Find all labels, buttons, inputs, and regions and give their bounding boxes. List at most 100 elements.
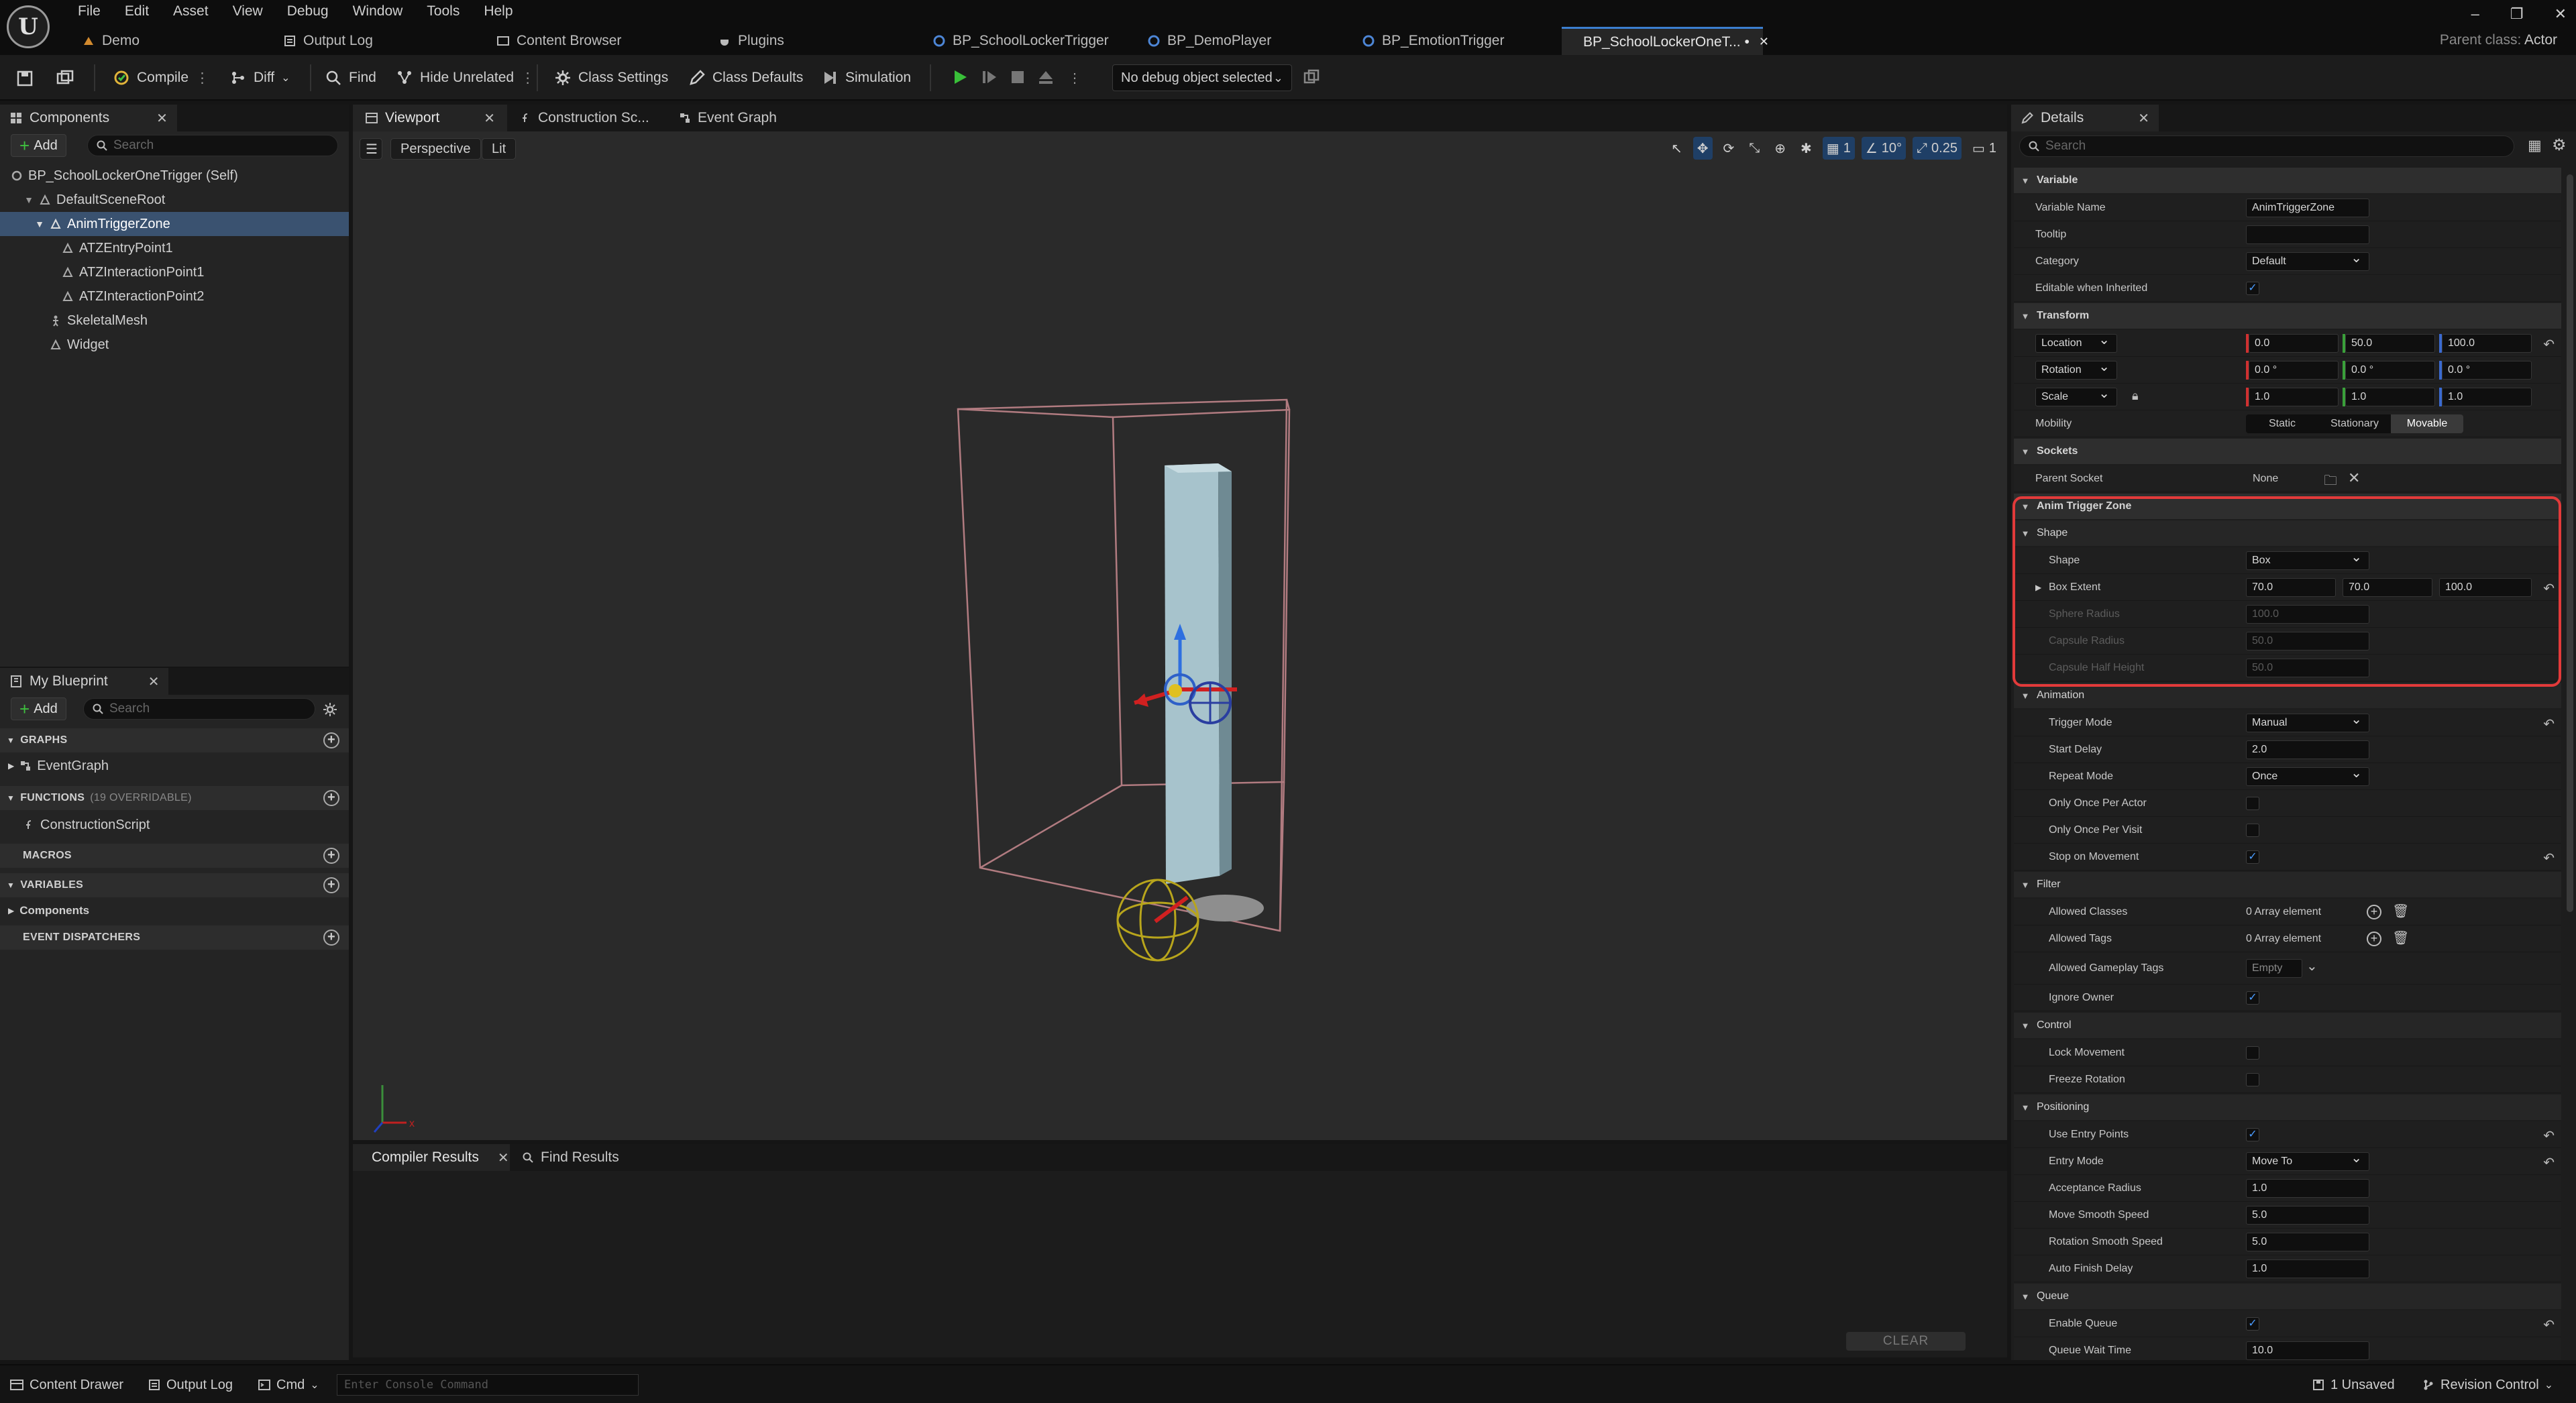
rotation-mode-dropdown[interactable]: Rotation [2035, 361, 2117, 380]
scale-snap-button[interactable]: ⤢ 0.25 [1913, 137, 1962, 160]
tab-content-browser[interactable]: Content Browser [482, 27, 703, 55]
tree-item-atzinteractionpoint2[interactable]: ATZInteractionPoint2 [0, 284, 349, 308]
trash-icon[interactable]: 🗑︎ [2392, 903, 2409, 919]
add-graph-icon[interactable]: + [323, 732, 339, 748]
enable-queue-checkbox[interactable]: ✓ [2246, 1317, 2259, 1331]
tab-event-graph[interactable]: Event Graph [667, 105, 801, 131]
menu-view[interactable]: View [221, 1, 275, 21]
tree-item-widget[interactable]: Widget [0, 333, 349, 357]
mobility-static-button[interactable]: Static [2246, 414, 2318, 433]
compile-button[interactable]: Compile ⋮ [113, 66, 209, 90]
tree-item-animtriggerzone[interactable]: ▼ AnimTriggerZone [0, 212, 349, 236]
menu-window[interactable]: Window [341, 1, 415, 21]
details-search-input[interactable]: Search [2019, 135, 2514, 157]
eject-icon[interactable] [1037, 68, 1055, 86]
location-x-input[interactable]: 0.0 [2249, 334, 2339, 353]
variable-category-components[interactable]: ▶ Components [0, 899, 349, 923]
add-macro-icon[interactable]: + [323, 848, 339, 864]
section-variables[interactable]: ▼ VARIABLES + [0, 873, 349, 897]
angle-snap-button[interactable]: ∠ 10° [1861, 137, 1907, 160]
mobility-movable-button[interactable]: Movable [2391, 414, 2463, 433]
lock-icon[interactable]: 🔒︎ [2132, 389, 2139, 403]
unreal-logo-icon[interactable]: U [7, 5, 50, 48]
scale-z-input[interactable]: 1.0 [2442, 388, 2532, 406]
lit-button[interactable]: Lit [482, 138, 517, 160]
entry-mode-dropdown[interactable]: Move To [2246, 1152, 2369, 1171]
tab-plugins[interactable]: Plugins [703, 27, 918, 55]
tab-bp-schoollockeronetrigger[interactable]: BP_SchoolLockerOneT... • ✕ [1562, 27, 1769, 55]
section-functions[interactable]: ▼ FUNCTIONS (19 OVERRIDABLE) + [0, 786, 349, 810]
table-view-icon[interactable]: ▦ [2528, 137, 2542, 154]
translate-icon[interactable]: ✥ [1693, 137, 1713, 160]
menu-file[interactable]: File [66, 1, 113, 21]
add-member-button[interactable]: + Add [11, 697, 66, 720]
scale-mode-dropdown[interactable]: Scale [2035, 388, 2117, 406]
diff-button[interactable]: Diff ⌄ [229, 66, 290, 90]
menu-tools[interactable]: Tools [415, 1, 472, 21]
subcategory-positioning[interactable]: ▼ Positioning [2014, 1095, 2561, 1120]
debug-object-select[interactable]: No debug object selected ⌄ [1112, 64, 1292, 91]
console-input[interactable]: Enter Console Command [337, 1374, 639, 1396]
parent-class-value[interactable]: Actor [2524, 32, 2557, 48]
viewport-options-button[interactable]: ☰ [360, 138, 382, 160]
tooltip-input[interactable] [2246, 225, 2369, 244]
acceptance-radius-input[interactable]: 1.0 [2246, 1179, 2369, 1198]
function-item-constructionscript[interactable]: ConstructionScript [0, 813, 349, 837]
hide-unrelated-options-icon[interactable]: ⋮ [521, 70, 535, 87]
unsaved-button[interactable]: 1 Unsaved [2312, 1373, 2395, 1396]
details-scrollbar[interactable] [2567, 174, 2573, 912]
clear-button[interactable]: CLEAR [1846, 1332, 1966, 1351]
simulation-button[interactable]: Simulation [821, 66, 911, 90]
add-element-icon[interactable]: + [2367, 905, 2381, 919]
tab-bp-demoplayer[interactable]: BP_DemoPlayer [1132, 27, 1347, 55]
use-entry-points-checkbox[interactable]: ✓ [2246, 1128, 2259, 1141]
viewport-scene[interactable]: x [353, 166, 2007, 1140]
tab-my-blueprint[interactable]: My Blueprint ✕ [0, 668, 169, 695]
category-sockets[interactable]: ▼ Sockets [2014, 439, 2561, 464]
tab-viewport[interactable]: Viewport ✕ [353, 105, 507, 131]
rotation-z-input[interactable]: 0.0 ° [2442, 361, 2532, 380]
gameplay-tags-button[interactable]: Empty [2246, 959, 2302, 978]
lock-movement-checkbox[interactable] [2246, 1046, 2259, 1060]
reset-icon[interactable]: ↶ [2543, 850, 2555, 866]
only-once-per-actor-checkbox[interactable] [2246, 797, 2259, 810]
browse-socket-icon[interactable]: 🗀 [2324, 471, 2337, 494]
expand-triangle-icon[interactable]: ▼ [35, 219, 44, 229]
menu-help[interactable]: Help [472, 1, 525, 21]
perspective-button[interactable]: Perspective [390, 138, 481, 160]
blueprint-search-input[interactable]: Search [83, 698, 315, 720]
components-search-input[interactable]: Search [87, 135, 338, 156]
add-variable-icon[interactable]: + [323, 877, 339, 893]
world-local-icon[interactable]: ⊕ [1770, 137, 1790, 160]
tree-item-defaultsceneroot[interactable]: ▼ DefaultSceneRoot [0, 188, 349, 212]
move-smooth-speed-input[interactable]: 5.0 [2246, 1206, 2369, 1225]
revision-control-button[interactable]: Revision Control ⌄ [2422, 1373, 2553, 1396]
menu-debug[interactable]: Debug [275, 1, 341, 21]
location-z-input[interactable]: 100.0 [2442, 334, 2532, 353]
trash-icon[interactable]: 🗑︎ [2392, 930, 2409, 946]
location-y-input[interactable]: 50.0 [2345, 334, 2435, 353]
subcategory-queue[interactable]: ▼ Queue [2014, 1284, 2561, 1309]
gear-icon[interactable]: ⚙ [2552, 135, 2567, 155]
category-variable[interactable]: ▼ Variable [2014, 168, 2561, 193]
select-mode-icon[interactable]: ↖ [1667, 137, 1686, 160]
play-options-icon[interactable]: ⋮ [1068, 70, 1081, 87]
rotate-icon[interactable]: ⟳ [1719, 137, 1739, 160]
only-once-per-visit-checkbox[interactable] [2246, 824, 2259, 837]
auto-finish-delay-input[interactable]: 1.0 [2246, 1259, 2369, 1278]
tree-item-skeletalmesh[interactable]: SkeletalMesh [0, 308, 349, 333]
scale-y-input[interactable]: 1.0 [2345, 388, 2435, 406]
subcategory-filter[interactable]: ▼ Filter [2014, 872, 2561, 897]
cmd-dropdown[interactable]: Cmd ⌄ [258, 1373, 319, 1396]
reset-icon[interactable]: ↶ [2543, 1127, 2555, 1144]
tab-compiler-results[interactable]: Compiler Results ✕ [353, 1144, 510, 1171]
tab-bp-emotiontrigger[interactable]: BP_EmotionTrigger [1347, 27, 1562, 55]
add-function-icon[interactable]: + [323, 790, 339, 806]
debug-browse-icon[interactable] [1303, 68, 1320, 86]
tab-find-results[interactable]: Find Results [510, 1144, 637, 1171]
scale-icon[interactable]: ⤡ [1745, 137, 1764, 160]
tab-demo[interactable]: Demo [67, 27, 268, 55]
hide-unrelated-button[interactable]: Hide Unrelated ⋮ [396, 66, 535, 90]
close-icon[interactable]: ✕ [1759, 35, 1769, 49]
class-settings-button[interactable]: Class Settings [554, 66, 668, 90]
